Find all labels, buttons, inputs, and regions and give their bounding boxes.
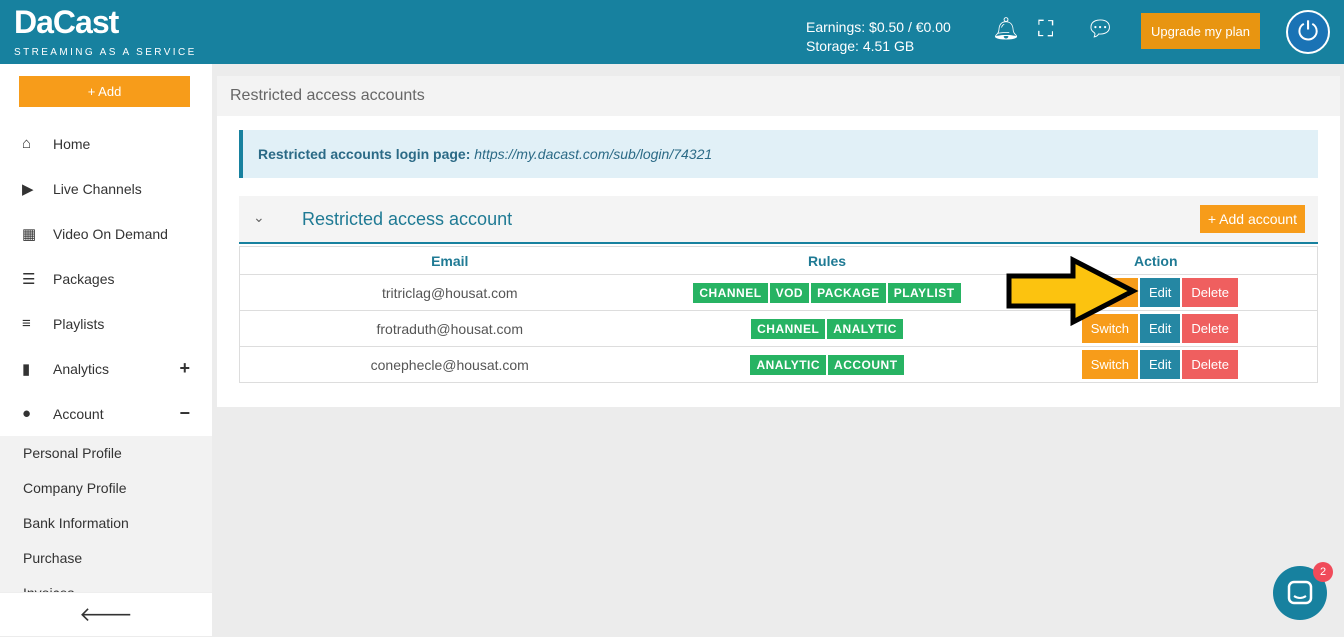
- sidebar-item-label: Live Channels: [53, 180, 142, 197]
- login-url[interactable]: https://my.dacast.com/sub/login/74321: [474, 146, 712, 162]
- rules-cell: ANALYTIC ACCOUNT: [659, 346, 995, 383]
- rule-badge: ANALYTIC: [827, 318, 903, 339]
- sidebar-item-video-on-demand[interactable]: ▦ Video On Demand: [0, 211, 212, 256]
- main-panel: Restricted access accounts Restricted ac…: [217, 76, 1340, 407]
- sidebar-item-playlists[interactable]: ≡ Playlists: [0, 301, 212, 346]
- email-cell: conephecle@housat.com: [239, 346, 660, 383]
- account-submenu: Personal Profile Company Profile Bank Info…: [0, 436, 212, 592]
- live-channels-icon: ▶: [22, 180, 34, 198]
- delete-button[interactable]: Delete: [1182, 314, 1238, 343]
- sidebar-item-account[interactable]: ● Account −: [0, 391, 212, 436]
- power-icon[interactable]: ⏻: [1286, 10, 1330, 54]
- rule-badge: ACCOUNT: [828, 354, 904, 375]
- sidebar: + Add ⌂ Home ▶ Live Channels ▦ Video On Deman…: [0, 64, 212, 636]
- sidebar-item-packages[interactable]: ☰ Packages: [0, 256, 212, 301]
- delete-button[interactable]: Delete: [1182, 278, 1238, 307]
- account-icon: ●: [22, 405, 32, 422]
- account-stats: Earnings: $0.50 / €0.00 Storage: 4.51 GB: [806, 18, 951, 56]
- email-cell: frotraduth@housat.com: [239, 310, 660, 347]
- column-email: Email: [239, 246, 660, 275]
- section-header: ⌄ Restricted access account + Add accoun…: [239, 196, 1318, 244]
- rules-cell: CHANNEL ANALYTIC: [659, 310, 995, 347]
- sidebar-item-label: Home: [53, 135, 91, 152]
- submenu-item[interactable]: Purchase: [0, 541, 212, 576]
- submenu-item[interactable]: Personal Profile: [0, 436, 212, 471]
- table-row: conephecle@housat.com ANALYTIC ACCOUNT Swit…: [239, 346, 1318, 383]
- logo-tagline: STREAMING AS A SERVICE: [14, 47, 197, 58]
- section-title: Restricted access account: [302, 209, 513, 229]
- submenu-item[interactable]: Company Profile: [0, 471, 212, 506]
- rule-badge: CHANNEL: [693, 282, 768, 303]
- rule-badge: ANALYTIC: [750, 354, 827, 375]
- sidebar-item-home[interactable]: ⌂ Home: [0, 121, 212, 166]
- earnings: Earnings: $0.50 / €0.00: [806, 19, 951, 35]
- rule-badge: PACKAGE: [811, 282, 886, 303]
- pointer-arrow-icon: [1006, 256, 1139, 326]
- sidebar-item-label: Playlists: [53, 315, 105, 332]
- submenu-item[interactable]: Invoices: [0, 576, 212, 592]
- switch-button[interactable]: Switch: [1081, 350, 1139, 379]
- action-cell: SwitchEditDelete: [994, 346, 1318, 383]
- upgrade-plan-button[interactable]: Upgrade my plan: [1141, 13, 1260, 49]
- minus-icon[interactable]: −: [179, 403, 190, 424]
- accounts-table: Email Rules Action tritriclag@housat.com…: [239, 246, 1318, 383]
- table-row: tritriclag@housat.com CHANNEL VOD PACKAGE PL…: [239, 274, 1318, 311]
- packages-icon: ☰: [22, 270, 36, 288]
- sidebar-item-label: Packages: [53, 270, 115, 287]
- chevron-down-icon[interactable]: ⌄: [253, 209, 265, 226]
- fullscreen-icon[interactable]: ⛶: [1038, 16, 1053, 42]
- table-row: frotraduth@housat.com CHANNEL ANALYTIC Swit…: [239, 310, 1318, 347]
- info-label: Restricted accounts login page:: [258, 146, 471, 162]
- edit-button[interactable]: Edit: [1140, 350, 1181, 379]
- submenu-item[interactable]: Bank Information: [0, 506, 212, 541]
- chat-bubbles-icon[interactable]: 💬︎: [1086, 16, 1114, 42]
- plus-icon[interactable]: +: [179, 358, 190, 379]
- unread-badge: 2: [1313, 562, 1333, 582]
- sidebar-item-analytics[interactable]: ▮ Analytics +: [0, 346, 212, 391]
- playlists-icon: ≡: [22, 315, 31, 332]
- sidebar-item-label: Account: [53, 405, 104, 422]
- add-account-button[interactable]: + Add account: [1199, 205, 1305, 233]
- chat-launcher[interactable]: 2: [1273, 562, 1333, 620]
- bell-icon[interactable]: 🔔︎: [992, 16, 1020, 42]
- sidebar-item-label: Analytics: [53, 360, 110, 377]
- home-icon: ⌂: [22, 135, 32, 152]
- page-title: Restricted access accounts: [217, 76, 1340, 116]
- delete-button[interactable]: Delete: [1182, 350, 1238, 379]
- email-cell: tritriclag@housat.com: [239, 274, 660, 311]
- top-bar: DaCast STREAMING AS A SERVICE Earnings: …: [0, 0, 1344, 64]
- video-on-demand-icon: ▦: [22, 225, 37, 243]
- column-rules: Rules: [659, 246, 995, 275]
- rules-cell: CHANNEL VOD PACKAGE PLAYLIST: [659, 274, 995, 311]
- analytics-icon: ▮: [22, 360, 31, 378]
- rule-badge: VOD: [769, 282, 810, 303]
- login-page-info: Restricted accounts login page: https://…: [239, 130, 1318, 178]
- edit-button[interactable]: Edit: [1140, 314, 1181, 343]
- add-button[interactable]: + Add: [19, 76, 190, 107]
- sidebar-item-live-channels[interactable]: ▶ Live Channels: [0, 166, 212, 211]
- logo[interactable]: DaCast: [14, 4, 119, 41]
- rule-badge: PLAYLIST: [887, 282, 961, 303]
- rule-badge: CHANNEL: [751, 318, 826, 339]
- edit-button[interactable]: Edit: [1140, 278, 1181, 307]
- sidebar-item-label: Video On Demand: [53, 225, 168, 242]
- collapse-sidebar-arrow-icon[interactable]: 🡐: [0, 592, 212, 636]
- storage: Storage: 4.51 GB: [806, 38, 915, 54]
